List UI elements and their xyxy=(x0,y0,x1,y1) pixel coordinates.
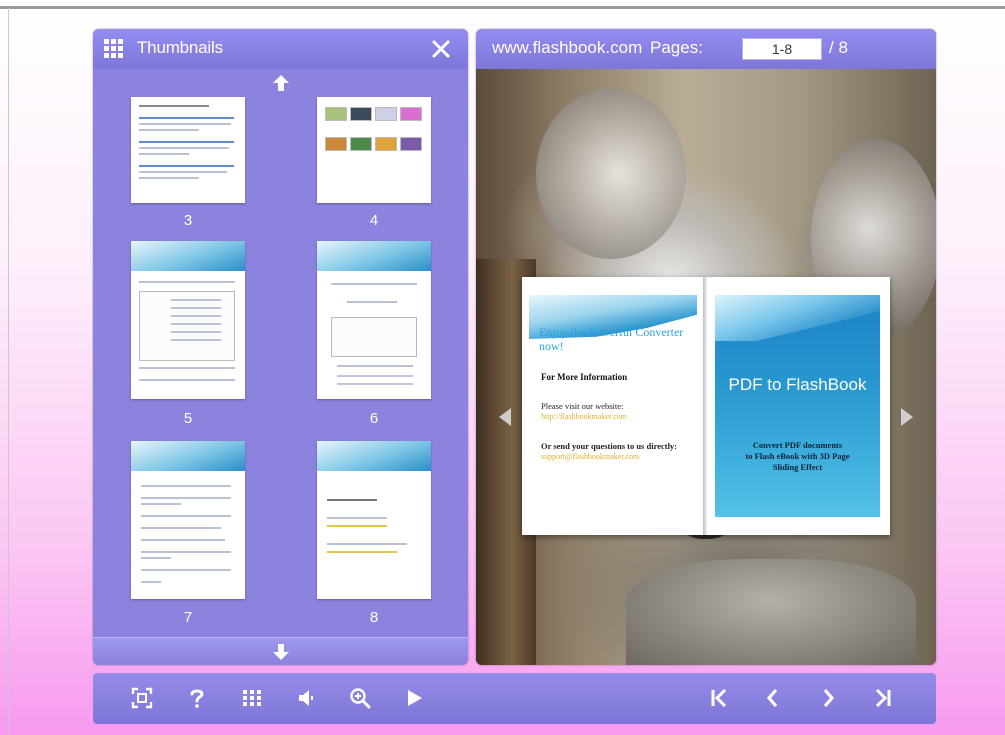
left-page-heading: For More Information xyxy=(541,372,628,382)
thumbnail-page-7[interactable] xyxy=(131,441,245,599)
thumbnail-page-4[interactable] xyxy=(317,97,431,203)
thumbnails-panel: Thumbnails 3 4 5 6 7 8 xyxy=(93,29,468,665)
site-link[interactable]: www.flashbook.com xyxy=(492,38,642,58)
email-link[interactable]: support@flashbookmaker.com xyxy=(541,452,639,461)
bottom-toolbar xyxy=(93,673,936,724)
sound-icon[interactable] xyxy=(295,686,319,710)
book-viewer: www.flashbook.com Pages: / 8 Enjoy the P… xyxy=(476,29,936,665)
cover-image: PDF to FlashBook Convert PDF documents t… xyxy=(715,295,880,517)
thumbnails-footer xyxy=(93,637,468,665)
website-link[interactable]: http://flashbookmaker.com xyxy=(541,412,627,421)
book-spread[interactable]: Enjoy the Powerful Converter now! For Mo… xyxy=(522,277,890,535)
page-number-input[interactable] xyxy=(742,38,822,60)
thumbnails-list[interactable]: 3 4 5 6 7 8 xyxy=(93,69,468,637)
autoplay-icon[interactable] xyxy=(402,686,426,710)
grid-icon xyxy=(104,39,123,58)
thumbnails-title: Thumbnails xyxy=(137,38,223,57)
next-page-arrow-icon[interactable] xyxy=(900,407,914,427)
previous-page-icon[interactable] xyxy=(761,686,785,710)
close-icon[interactable] xyxy=(429,37,453,61)
questions-text: Or send your questions to us directly: xyxy=(541,441,678,451)
koala-background-image: Enjoy the Powerful Converter now! For Mo… xyxy=(476,69,936,665)
fit-screen-icon[interactable] xyxy=(130,686,154,710)
total-pages: / 8 xyxy=(829,38,848,57)
scroll-down-arrow-icon[interactable] xyxy=(271,642,291,662)
next-page-icon[interactable] xyxy=(816,686,840,710)
thumbnail-page-6[interactable] xyxy=(317,241,431,399)
thumbnail-label-3: 3 xyxy=(183,212,193,229)
prev-page-arrow-icon[interactable] xyxy=(498,407,512,427)
zoom-in-icon[interactable] xyxy=(348,686,372,710)
thumbnail-page-8[interactable] xyxy=(317,441,431,599)
left-page[interactable]: Enjoy the Powerful Converter now! For Mo… xyxy=(522,277,703,535)
thumbnail-label-5: 5 xyxy=(183,410,193,427)
thumbnails-icon[interactable] xyxy=(240,686,264,710)
pages-label: Pages: xyxy=(650,38,703,57)
thumbnail-label-4: 4 xyxy=(369,212,379,229)
visit-text: Please visit our website: xyxy=(541,401,624,411)
thumbnails-header: Thumbnails xyxy=(93,29,468,69)
thumbnail-page-3[interactable] xyxy=(131,97,245,203)
help-icon[interactable] xyxy=(185,686,209,710)
last-page-icon[interactable] xyxy=(870,686,894,710)
thumbnail-label-7: 7 xyxy=(183,609,193,626)
thumbnail-label-6: 6 xyxy=(369,410,379,427)
thumbnail-label-8: 8 xyxy=(369,609,379,626)
cover-subtitle: Convert PDF documents to Flash eBook wit… xyxy=(745,440,850,472)
right-page[interactable]: PDF to FlashBook Convert PDF documents t… xyxy=(707,277,890,535)
cover-title: PDF to FlashBook xyxy=(728,375,867,394)
window-left-border xyxy=(8,8,9,735)
book-header: www.flashbook.com Pages: / 8 xyxy=(476,29,936,69)
window-top-border xyxy=(0,6,1005,9)
thumbnail-page-5[interactable] xyxy=(131,241,245,399)
scroll-up-arrow-icon[interactable] xyxy=(271,73,291,93)
first-page-icon[interactable] xyxy=(708,686,732,710)
left-page-title: Enjoy the Powerful Converter now! xyxy=(539,325,684,353)
